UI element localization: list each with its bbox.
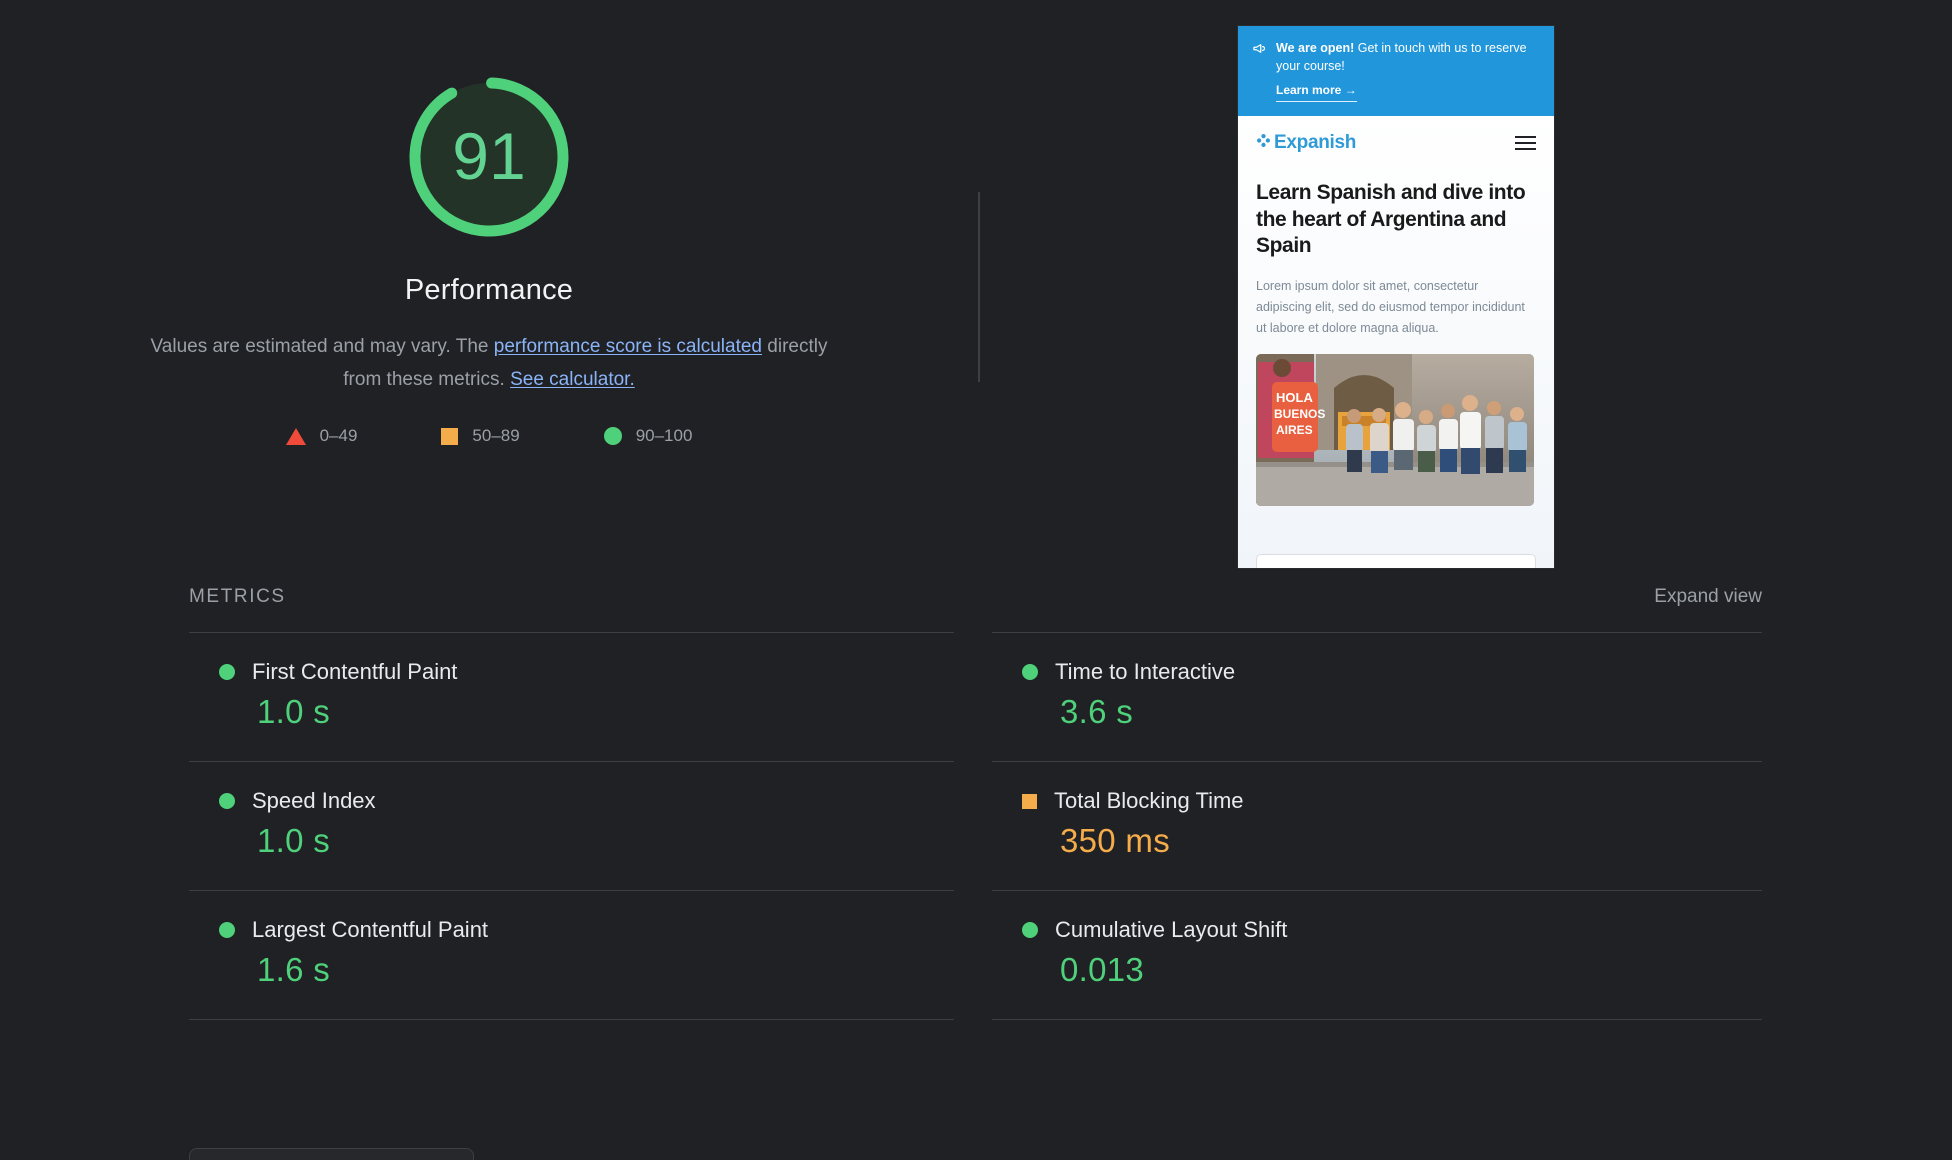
- banner-bold-text: We are open!: [1276, 41, 1355, 55]
- circle-icon: [1022, 922, 1038, 938]
- legend-item-pass: 90–100: [603, 426, 693, 446]
- legend-item-fail: 0–49: [285, 426, 358, 446]
- gauge-score-value: 91: [452, 118, 526, 193]
- performance-gauge[interactable]: 91: [394, 62, 584, 252]
- site-body: Expanish Learn Spanish and dive into the…: [1238, 115, 1554, 568]
- site-headline: Learn Spanish and dive into the heart of…: [1256, 180, 1526, 258]
- metrics-section-label: METRICS: [189, 586, 286, 607]
- gauge-description: Values are estimated and may vary. The p…: [149, 331, 829, 396]
- legend-item-average: 50–89: [441, 426, 520, 446]
- metric-name: Total Blocking Time: [1054, 788, 1244, 813]
- metric-header-row: Time to Interactive: [992, 659, 1762, 685]
- metric-value: 350 ms: [1060, 822, 1171, 859]
- metric-item[interactable]: Total Blocking Time 350 ms: [992, 761, 1762, 890]
- banner-learn-more-link[interactable]: Learn more →: [1276, 82, 1357, 102]
- banner-message: We are open! Get in touch with us to res…: [1276, 39, 1540, 102]
- site-announcement-banner: We are open! Get in touch with us to res…: [1238, 26, 1554, 116]
- square-icon: [441, 427, 459, 445]
- metric-value: 1.0 s: [257, 822, 331, 859]
- triangle-icon: [285, 427, 306, 445]
- svg-text:AIRES: AIRES: [1276, 423, 1313, 437]
- legend-label-pass: 90–100: [635, 426, 693, 446]
- metric-header-row: Cumulative Layout Shift: [992, 917, 1762, 943]
- arrow-right-icon: →: [1344, 83, 1357, 98]
- gauge-description-text-1: Values are estimated and may vary. The: [150, 336, 494, 357]
- metric-name: Cumulative Layout Shift: [1055, 917, 1288, 942]
- see-calculator-link[interactable]: See calculator.: [510, 369, 635, 390]
- metric-name: Time to Interactive: [1055, 659, 1236, 684]
- gauge-category-title: Performance: [404, 274, 574, 306]
- svg-text:HOLA: HOLA: [1276, 390, 1313, 405]
- site-paragraph: Lorem ipsum dolor sit amet, consectetur …: [1256, 279, 1525, 335]
- metric-header-row: Speed Index: [189, 788, 954, 814]
- metrics-column-left: First Contentful Paint 1.0 s Speed Index 1.…: [189, 632, 954, 1020]
- circle-icon: [219, 664, 235, 680]
- page-screenshot-thumbnail[interactable]: We are open! Get in touch with us to res…: [1238, 26, 1554, 568]
- metric-name: Speed Index: [252, 788, 376, 813]
- flower-logo-icon: [1256, 133, 1271, 153]
- performance-score-link[interactable]: performance score is calculated: [494, 336, 762, 357]
- circle-icon: [219, 922, 235, 938]
- site-next-section-edge: [1256, 554, 1536, 568]
- metric-item[interactable]: Cumulative Layout Shift 0.013: [992, 890, 1762, 1020]
- legend-label-fail: 0–49: [319, 426, 358, 446]
- banner-link-label: Learn more: [1276, 83, 1342, 98]
- score-legend: 0–49 50–89 90–100: [285, 426, 693, 446]
- circle-icon: [1022, 664, 1038, 680]
- expand-view-button[interactable]: Expand view: [1654, 586, 1762, 608]
- svg-text:BUENOS: BUENOS: [1274, 407, 1325, 421]
- section-divider: [978, 192, 980, 382]
- score-summary-section: 91 Performance Values are estimated and …: [0, 0, 1952, 580]
- site-logo[interactable]: Expanish: [1256, 132, 1356, 154]
- metric-value: 1.6 s: [257, 951, 331, 988]
- metric-name: Largest Contentful Paint: [252, 917, 489, 942]
- megaphone-icon: [1252, 41, 1267, 61]
- metric-item[interactable]: Speed Index 1.0 s: [189, 761, 954, 890]
- hamburger-menu-icon[interactable]: [1515, 135, 1536, 150]
- metrics-header: METRICS Expand view: [0, 586, 1952, 608]
- legend-label-average: 50–89: [472, 426, 520, 446]
- partial-bottom-element[interactable]: [189, 1148, 474, 1160]
- performance-gauge-block: 91 Performance Values are estimated and …: [0, 0, 978, 446]
- metric-header-row: Total Blocking Time: [992, 788, 1762, 814]
- circle-icon: [603, 427, 622, 446]
- site-brand-name: Expanish: [1274, 131, 1357, 153]
- site-hero-photo: HOLA BUENOS AIRES: [1256, 354, 1534, 507]
- square-icon: [1022, 793, 1037, 809]
- metric-item[interactable]: First Contentful Paint 1.0 s: [189, 632, 954, 761]
- metric-header-row: First Contentful Paint: [189, 659, 954, 685]
- metric-name: First Contentful Paint: [252, 659, 458, 684]
- metric-item[interactable]: Largest Contentful Paint 1.6 s: [189, 890, 954, 1020]
- metric-header-row: Largest Contentful Paint: [189, 917, 954, 943]
- metric-value: 1.0 s: [257, 693, 331, 730]
- metrics-grid: First Contentful Paint 1.0 s Speed Index 1.…: [0, 632, 1952, 1020]
- metrics-section: METRICS Expand view First Contentful Pai…: [0, 586, 1952, 1020]
- metric-item[interactable]: Time to Interactive 3.6 s: [992, 632, 1762, 761]
- metric-value: 0.013: [1060, 951, 1145, 988]
- site-navbar: Expanish: [1256, 132, 1536, 154]
- metrics-column-right: Time to Interactive 3.6 s Total Blocking T…: [992, 632, 1762, 1020]
- metric-value: 3.6 s: [1060, 693, 1134, 730]
- circle-icon: [219, 793, 235, 809]
